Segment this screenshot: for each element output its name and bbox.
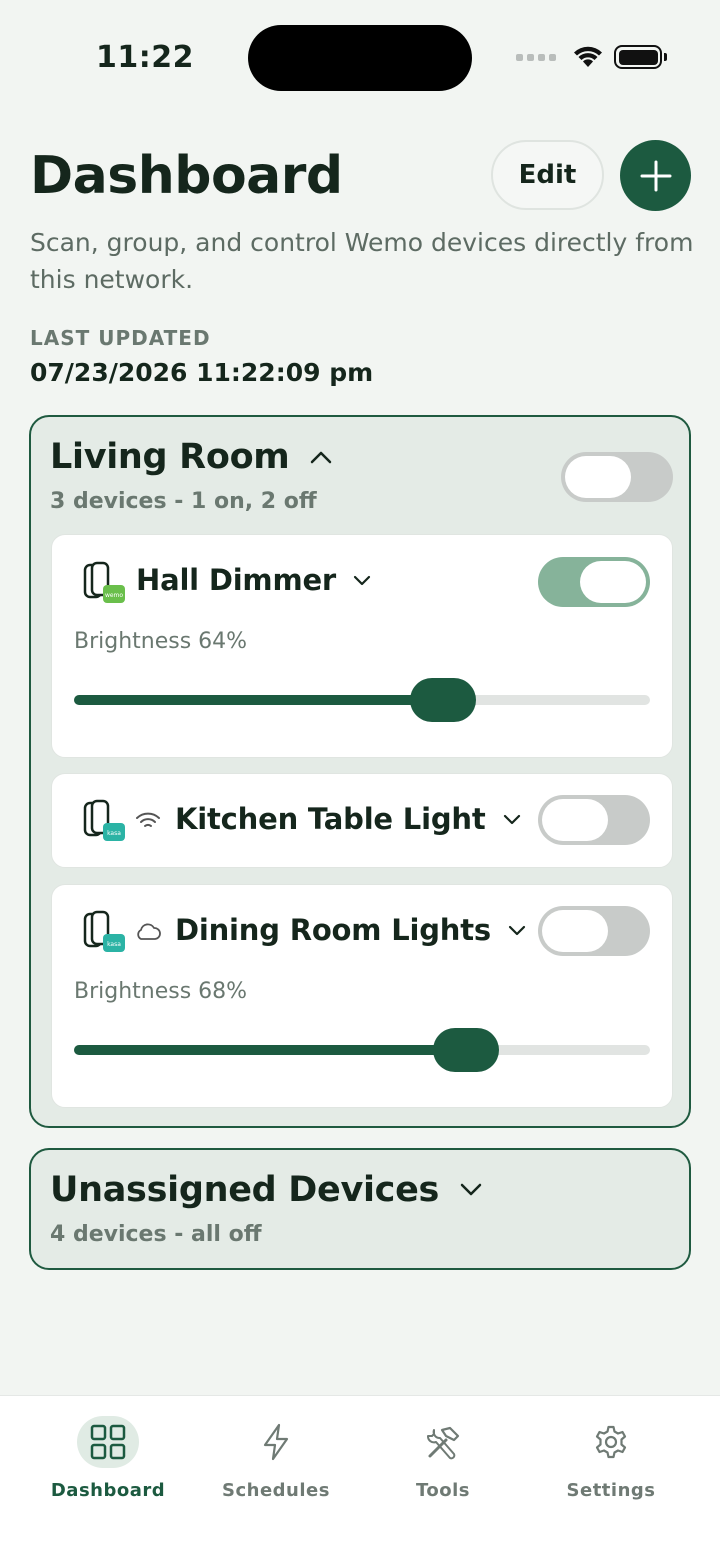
chevron-up-icon [311, 451, 332, 464]
status-icons [516, 42, 667, 72]
device-toggle[interactable] [538, 557, 650, 607]
group-header[interactable]: Living Room [50, 437, 333, 477]
device-name: Hall Dimmer [136, 563, 337, 597]
device-toggle[interactable] [538, 906, 650, 956]
tab-label: Schedules [222, 1480, 330, 1501]
group-title: Unassigned Devices [50, 1170, 440, 1210]
group-summary: 3 devices - 1 on, 2 off [50, 489, 317, 514]
chevron-down-icon [353, 575, 371, 586]
tab-settings[interactable]: Settings [531, 1416, 691, 1501]
brightness-slider[interactable] [74, 678, 650, 722]
svg-text:kasa: kasa [107, 941, 121, 948]
chevron-down-icon [508, 925, 526, 936]
device-card-dining-room-lights: kasa Dining Room Lights Brightness 68% [51, 884, 673, 1108]
brightness-slider[interactable] [74, 1028, 650, 1072]
tab-bar: Dashboard Schedules Tools Settings [0, 1395, 720, 1565]
brightness-label: Brightness 64% [74, 629, 248, 654]
tools-icon [427, 1426, 460, 1460]
grid-icon [90, 1424, 126, 1460]
device-card-hall-dimmer: wemo Hall Dimmer Brightness 64% [51, 534, 673, 758]
group-card-living-room: Living Room 3 devices - 1 on, 2 off wemo… [29, 415, 691, 1128]
tab-schedules[interactable]: Schedules [196, 1416, 356, 1501]
chevron-down-icon [460, 1183, 482, 1196]
last-updated-label: LAST UPDATED [30, 326, 211, 350]
group-header[interactable]: Unassigned Devices [50, 1170, 483, 1210]
wifi-icon [136, 812, 160, 827]
tab-dashboard[interactable]: Dashboard [28, 1416, 188, 1501]
battery-icon [614, 45, 667, 69]
svg-text:kasa: kasa [107, 830, 121, 837]
device-toggle[interactable] [538, 795, 650, 845]
group-toggle[interactable] [561, 452, 673, 502]
gear-icon [595, 1425, 627, 1459]
slider-thumb[interactable] [432, 1028, 499, 1072]
tab-tools[interactable]: Tools [363, 1416, 523, 1501]
device-name-row[interactable]: Dining Room Lights [175, 913, 527, 947]
device-name: Dining Room Lights [175, 913, 491, 947]
group-card-unassigned: Unassigned Devices 4 devices - all off [29, 1148, 691, 1270]
tab-label: Dashboard [50, 1480, 166, 1501]
signal-icon [516, 53, 556, 61]
plug-kasa-icon: kasa [83, 910, 125, 952]
plug-wemo-icon: wemo [83, 561, 125, 603]
brightness-label: Brightness 68% [74, 979, 248, 1004]
group-title: Living Room [50, 437, 290, 477]
page-subtitle: Scan, group, and control Wemo devices di… [30, 228, 694, 294]
wifi-status-icon [574, 46, 602, 67]
dynamic-island [248, 25, 472, 91]
device-name-row[interactable]: Kitchen Table Light [175, 802, 522, 836]
status-time: 11:22 [96, 40, 194, 75]
tab-label: Settings [566, 1480, 656, 1501]
page-title: Dashboard [30, 146, 343, 206]
plus-icon [640, 160, 671, 191]
last-updated-value: 07/23/2026 11:22:09 pm [30, 358, 374, 387]
tab-label: Tools [415, 1480, 470, 1501]
add-button[interactable] [620, 140, 691, 211]
device-name-row[interactable]: Hall Dimmer [136, 563, 372, 597]
slider-thumb[interactable] [409, 678, 476, 722]
plug-kasa-icon: kasa [83, 799, 125, 841]
lightning-icon [263, 1423, 289, 1461]
group-summary: 4 devices - all off [50, 1222, 262, 1247]
cloud-icon [137, 923, 161, 940]
chevron-down-icon [503, 814, 520, 825]
svg-text:wemo: wemo [105, 592, 123, 599]
device-name: Kitchen Table Light [175, 802, 486, 836]
device-card-kitchen-table-light: kasa Kitchen Table Light [51, 773, 673, 868]
edit-button[interactable]: Edit [491, 140, 604, 210]
